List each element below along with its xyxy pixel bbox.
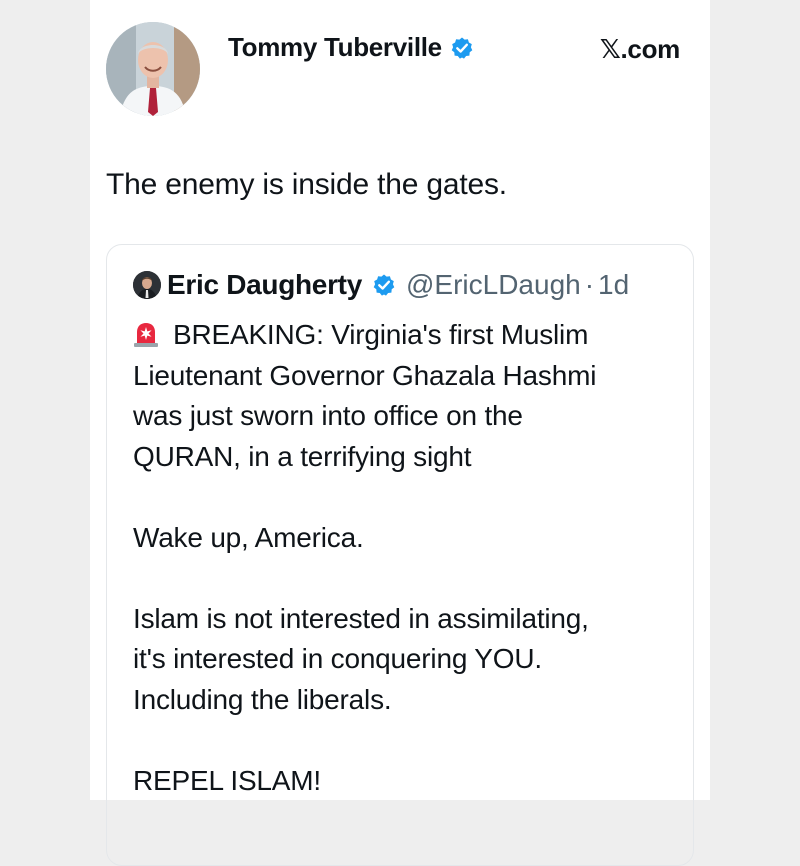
quoted-profile-photo-icon (133, 271, 161, 299)
profile-photo-icon (106, 22, 200, 116)
quoted-tweet-body: BREAKING: Virginia's first Muslim Lieute… (133, 315, 683, 801)
tweet-card: Tommy Tuberville 𝕏.com The enemy is insi… (90, 0, 710, 866)
quoted-line: QURAN, in a terrifying sight (133, 440, 472, 472)
rotating-light-siren-icon (134, 323, 158, 347)
quoted-line: BREAKING: Virginia's first Muslim (133, 315, 683, 356)
verified-badge-icon (451, 37, 473, 59)
quoted-author-display-name[interactable]: Eric Daugherty (167, 269, 362, 301)
quoted-tweet-time[interactable]: 1d (598, 269, 629, 301)
quoted-line: was just sworn into office on the (133, 400, 523, 431)
quoted-author-handle[interactable]: @EricLDaugh (406, 269, 581, 301)
quoted-tweet[interactable]: Eric Daugherty @EricLDaugh · 1d BREAKING… (106, 244, 694, 866)
quoted-line: Lieutenant Governor Ghazala Hashmi (133, 359, 597, 391)
site-label: 𝕏.com (599, 34, 680, 64)
tweet-header: Tommy Tuberville 𝕏.com (106, 22, 696, 118)
quoted-line: Islam is not interested in assimilating, (133, 602, 589, 634)
quoted-line: it's interested in conquering YOU. (133, 643, 542, 674)
quoted-verified-badge-icon (373, 274, 395, 296)
author-name-row: Tommy Tuberville (228, 32, 474, 63)
quoted-line-text: BREAKING: Virginia's first Muslim (173, 319, 589, 350)
quoted-tweet-header: Eric Daugherty @EricLDaugh · 1d (133, 269, 629, 301)
quoted-line: REPEL ISLAM! (133, 764, 321, 796)
quoted-author-avatar[interactable] (133, 271, 161, 299)
quoted-line: Including the liberals. (133, 683, 392, 715)
author-avatar[interactable] (106, 22, 200, 116)
author-display-name[interactable]: Tommy Tuberville (228, 32, 442, 63)
quoted-line: Wake up, America. (133, 521, 364, 553)
tweet-text: The enemy is inside the gates. (106, 168, 507, 201)
separator-dot: · (584, 269, 595, 300)
